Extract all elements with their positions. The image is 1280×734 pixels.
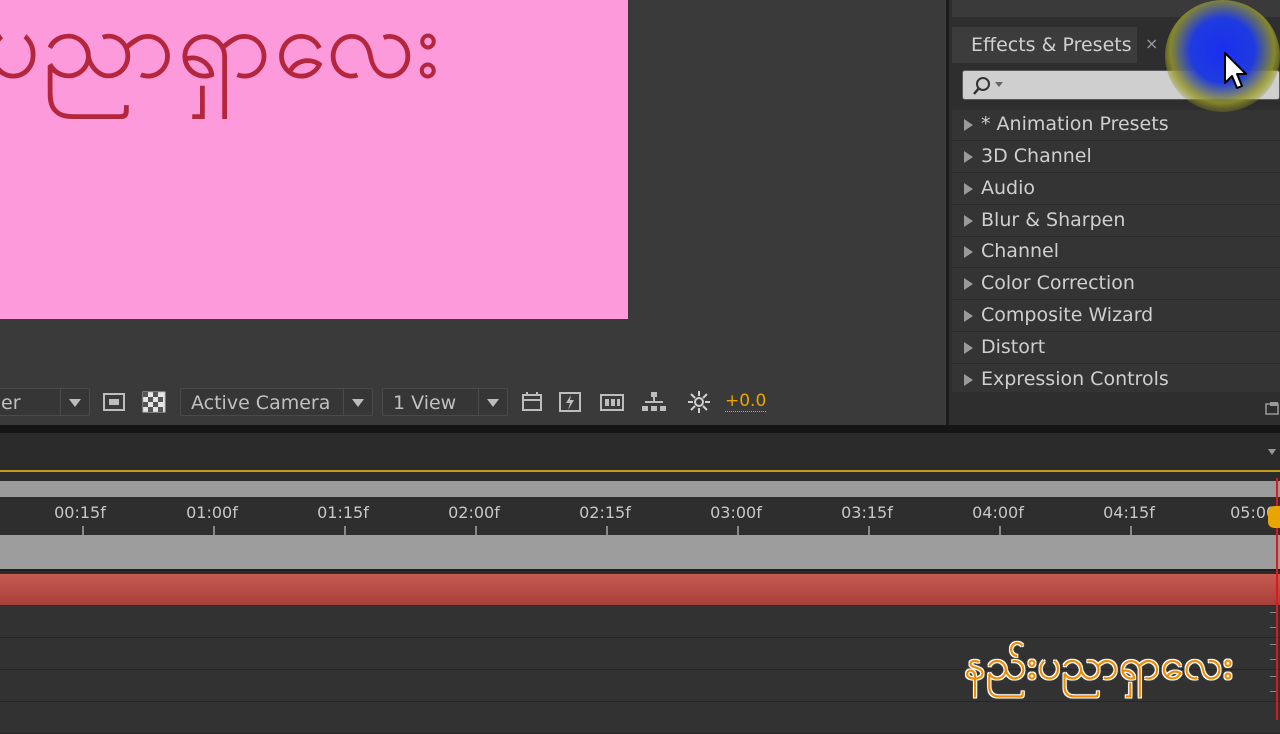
expand-triangle-icon[interactable] — [964, 215, 973, 227]
list-item-label: Composite Wizard — [981, 304, 1154, 326]
chevron-down-icon — [60, 389, 89, 415]
timeline-header — [0, 433, 1280, 472]
search-icon[interactable] — [971, 75, 1007, 97]
expand-triangle-icon[interactable] — [964, 119, 973, 131]
time-tick-label: 04:00f — [972, 503, 1024, 522]
list-item[interactable]: Blur & Sharpen — [952, 206, 1280, 237]
list-item[interactable]: Expression Controls — [952, 365, 1280, 392]
list-item[interactable]: Composite Wizard — [952, 301, 1280, 332]
view-layout-dropdown[interactable]: 1 View — [382, 388, 508, 416]
time-tick — [1130, 526, 1132, 535]
list-item-label: 3D Channel — [981, 145, 1092, 167]
time-tick — [737, 526, 739, 535]
canvas-text-layer[interactable]: ပညာရှာလေး — [0, 0, 442, 107]
list-item[interactable]: 3D Channel — [952, 142, 1280, 173]
list-item[interactable]: Distort — [952, 333, 1280, 364]
flowchart-icon[interactable] — [641, 390, 667, 414]
time-tick-label: 00:15f — [54, 503, 106, 522]
time-tick — [606, 526, 608, 535]
list-item[interactable]: Channel — [952, 237, 1280, 268]
list-item[interactable]: * Animation Presets — [952, 110, 1280, 141]
composition-viewer[interactable]: ပညာရှာလေး er Active Camera 1 View +0.0 — [0, 0, 946, 425]
chevron-down-icon — [343, 389, 372, 415]
new-folder-icon[interactable] — [1265, 401, 1279, 415]
list-item-label: Expression Controls — [981, 368, 1169, 390]
panel-bottom-bar — [952, 392, 1280, 425]
panel-divider[interactable] — [0, 425, 1280, 433]
time-tick-label: 03:00f — [710, 503, 762, 522]
expand-triangle-icon[interactable] — [964, 342, 973, 354]
list-item[interactable]: Color Correction — [952, 269, 1280, 300]
time-tick — [82, 526, 84, 535]
time-tick — [475, 526, 477, 535]
view-layout-label: 1 View — [393, 392, 457, 414]
renderer-dropdown[interactable]: er — [0, 388, 90, 416]
renderer-dropdown-label: er — [1, 392, 21, 414]
expand-triangle-icon[interactable] — [964, 310, 973, 322]
time-tick-label: 01:00f — [186, 503, 238, 522]
camera-view-dropdown[interactable]: Active Camera — [180, 388, 373, 416]
layer-track[interactable] — [0, 702, 1280, 734]
list-item-label: * Animation Presets — [981, 113, 1169, 135]
layer-duration-bar[interactable] — [0, 574, 1280, 605]
panel-menu-icon[interactable] — [1268, 449, 1276, 455]
expand-triangle-icon[interactable] — [964, 183, 973, 195]
comp-flowchart-icon[interactable] — [599, 390, 625, 414]
exposure-value[interactable]: +0.0 — [725, 391, 767, 412]
time-ruler[interactable]: 00:15f 01:00f 01:15f 02:00f 02:15f 03:00… — [0, 497, 1280, 535]
close-icon[interactable]: × — [1145, 34, 1158, 53]
time-tick — [868, 526, 870, 535]
time-tick-label: 04:15f — [1103, 503, 1155, 522]
timeline-icon[interactable] — [557, 390, 583, 414]
transparency-grid-icon[interactable] — [141, 390, 167, 414]
list-item-label: Channel — [981, 240, 1060, 262]
viewer-toolbar: er Active Camera 1 View — [0, 382, 946, 422]
reset-exposure-icon[interactable] — [686, 390, 712, 414]
chevron-down-icon — [478, 389, 507, 415]
list-item[interactable]: Audio — [952, 174, 1280, 205]
time-tick-label: 01:15f — [317, 503, 369, 522]
expand-triangle-icon[interactable] — [964, 278, 973, 290]
list-item-label: Color Correction — [981, 272, 1135, 294]
expand-triangle-icon[interactable] — [964, 246, 973, 258]
mouse-pointer-icon — [1224, 52, 1247, 89]
time-tick — [344, 526, 346, 535]
list-item-label: Audio — [981, 177, 1036, 199]
time-tick-label: 02:00f — [448, 503, 500, 522]
list-item-label: Blur & Sharpen — [981, 209, 1126, 231]
effects-list: * Animation Presets 3D Channel Audio Blu… — [952, 110, 1280, 392]
tab-label: Effects & Presets — [971, 34, 1132, 56]
expand-triangle-icon[interactable] — [964, 374, 973, 386]
time-tick-label: 02:15f — [579, 503, 631, 522]
list-item-label: Distort — [981, 336, 1046, 358]
time-tick — [999, 526, 1001, 535]
expand-triangle-icon[interactable] — [964, 151, 973, 163]
current-time-indicator[interactable] — [1268, 506, 1280, 528]
composition-canvas[interactable]: ပညာရှာလေး — [0, 0, 628, 319]
fast-previews-icon[interactable] — [519, 390, 545, 414]
tab-effects-presets[interactable]: Effects & Presets — [952, 27, 1137, 63]
work-area-bar[interactable] — [0, 481, 1280, 497]
time-tick-label: 03:15f — [841, 503, 893, 522]
layer-track[interactable] — [0, 606, 1280, 638]
region-of-interest-icon[interactable] — [101, 390, 127, 414]
channel-watermark: နည်းပညာရှာလေး — [964, 640, 1234, 689]
time-navigator-bar[interactable] — [0, 535, 1280, 571]
camera-view-label: Active Camera — [191, 392, 331, 414]
time-tick — [213, 526, 215, 535]
